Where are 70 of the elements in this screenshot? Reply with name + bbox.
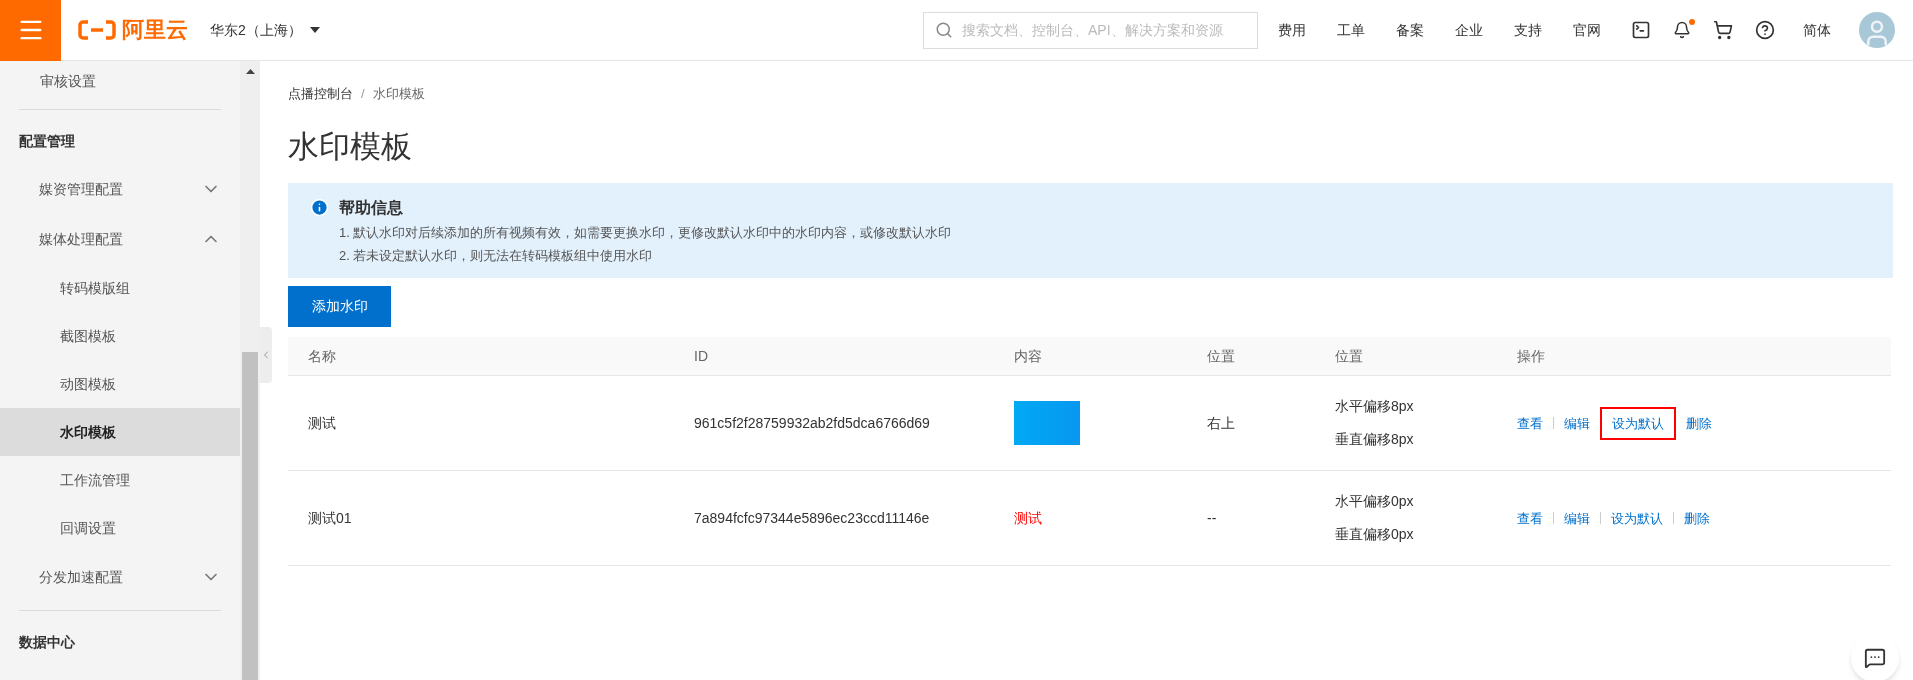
info-icon [310,198,329,218]
sidebar-group[interactable]: 媒体处理配置 [0,214,240,264]
action-link[interactable]: 删除 [1686,413,1712,433]
table-cell-text: 7a894fcfc97344e5896ec23ccd11146e [694,508,931,528]
table-cell-text: 测试01 [308,508,353,528]
search-field[interactable]: 搜索文档、控制台、API、解决方案和资源 [923,11,1258,49]
table-cell-text: 961c5f2f28759932ab2fd5dca6766d69 [694,413,931,433]
table-cell-text: 测试 [308,413,337,433]
action-link[interactable]: 设为默认 [1611,508,1663,528]
cart-icon[interactable] [1713,20,1733,40]
table-cell-text: 水平偏移8px [1335,397,1415,417]
watermark-text: 测试 [1014,509,1042,526]
sidebar-item[interactable]: 水印模板 [0,408,240,456]
collapse-handle[interactable] [260,327,272,383]
column-header: 位置 [1207,346,1236,366]
caret-icon [309,27,320,33]
sidebar-heading: 配置管理 [18,131,76,151]
sidebar-heading: 数据中心 [18,632,76,652]
add-watermark-button[interactable]: 添加水印 [288,286,391,328]
action-link[interactable]: 查看 [1517,508,1543,528]
action-link[interactable]: 删除 [1684,508,1710,528]
sidebar-item[interactable]: 工作流管理 [0,456,240,504]
nav-link[interactable]: 工单 [1337,19,1365,41]
region-selector[interactable]: 华东2（上海） [210,19,320,41]
action-link[interactable]: 设为默认 [1600,406,1676,440]
scroll-up-icon [245,69,255,74]
table-cell-text: 垂直偏移0px [1335,525,1415,545]
watermark-thumbnail [1014,401,1080,446]
sidebar-item[interactable]: 审核设置 [0,61,240,101]
table-cell-text: 右上 [1207,413,1236,433]
sidebar-item[interactable]: 截图模板 [0,312,240,360]
sidebar-item[interactable]: 回调设置 [0,504,240,552]
sidebar-group[interactable]: 分发加速配置 [0,552,240,602]
sidebar-item[interactable]: 动图模板 [0,360,240,408]
column-header: 操作 [1517,346,1546,366]
nav-link[interactable]: 支持 [1514,19,1542,41]
breadcrumb-separator: / [361,85,365,103]
column-header: 位置 [1335,346,1364,366]
nav-link[interactable]: 企业 [1455,19,1483,41]
search-icon [935,20,953,39]
menu-button[interactable] [0,0,61,61]
action-link[interactable]: 编辑 [1564,508,1590,528]
table-cell-text: 水平偏移0px [1335,492,1415,512]
breadcrumb-current: 水印模板 [372,85,425,103]
action-link[interactable]: 编辑 [1564,413,1590,433]
column-header: 名称 [308,346,337,366]
help-title: 帮助信息 [339,198,404,219]
chat-button[interactable] [1851,634,1899,680]
column-header: 内容 [1014,346,1043,366]
nav-link[interactable]: 官网 [1573,19,1601,41]
chat-icon [1864,647,1886,669]
scrollbar-thumb[interactable] [242,352,258,680]
nav-link[interactable]: 备案 [1396,19,1424,41]
bell-icon[interactable] [1673,21,1691,39]
breadcrumb-link[interactable]: 点播控制台 [288,84,353,104]
terminal-icon[interactable] [1631,20,1651,40]
sidebar-item[interactable]: 转码模版组 [0,264,240,312]
table-cell-text: -- [1207,508,1218,528]
help-text: 2. 若未设定默认水印，则无法在转码模板组中使用水印 [339,246,654,265]
action-link[interactable]: 查看 [1517,413,1543,433]
nav-link[interactable]: 费用 [1278,19,1306,41]
table-cell-text: 垂直偏移8px [1335,430,1415,450]
language-link[interactable]: 简体 [1803,19,1831,41]
logo-text: 阿里云 [122,19,188,41]
column-header: ID [694,346,709,366]
sidebar-group[interactable]: 媒资管理配置 [0,164,240,214]
page-title: 水印模板 [288,127,413,166]
help-icon[interactable] [1755,20,1775,40]
help-text: 1. 默认水印对后续添加的所有视频有效，如需要更换水印，更修改默认水印中的水印内容，或修改默认水印 [339,224,952,243]
logo-icon [78,20,116,40]
